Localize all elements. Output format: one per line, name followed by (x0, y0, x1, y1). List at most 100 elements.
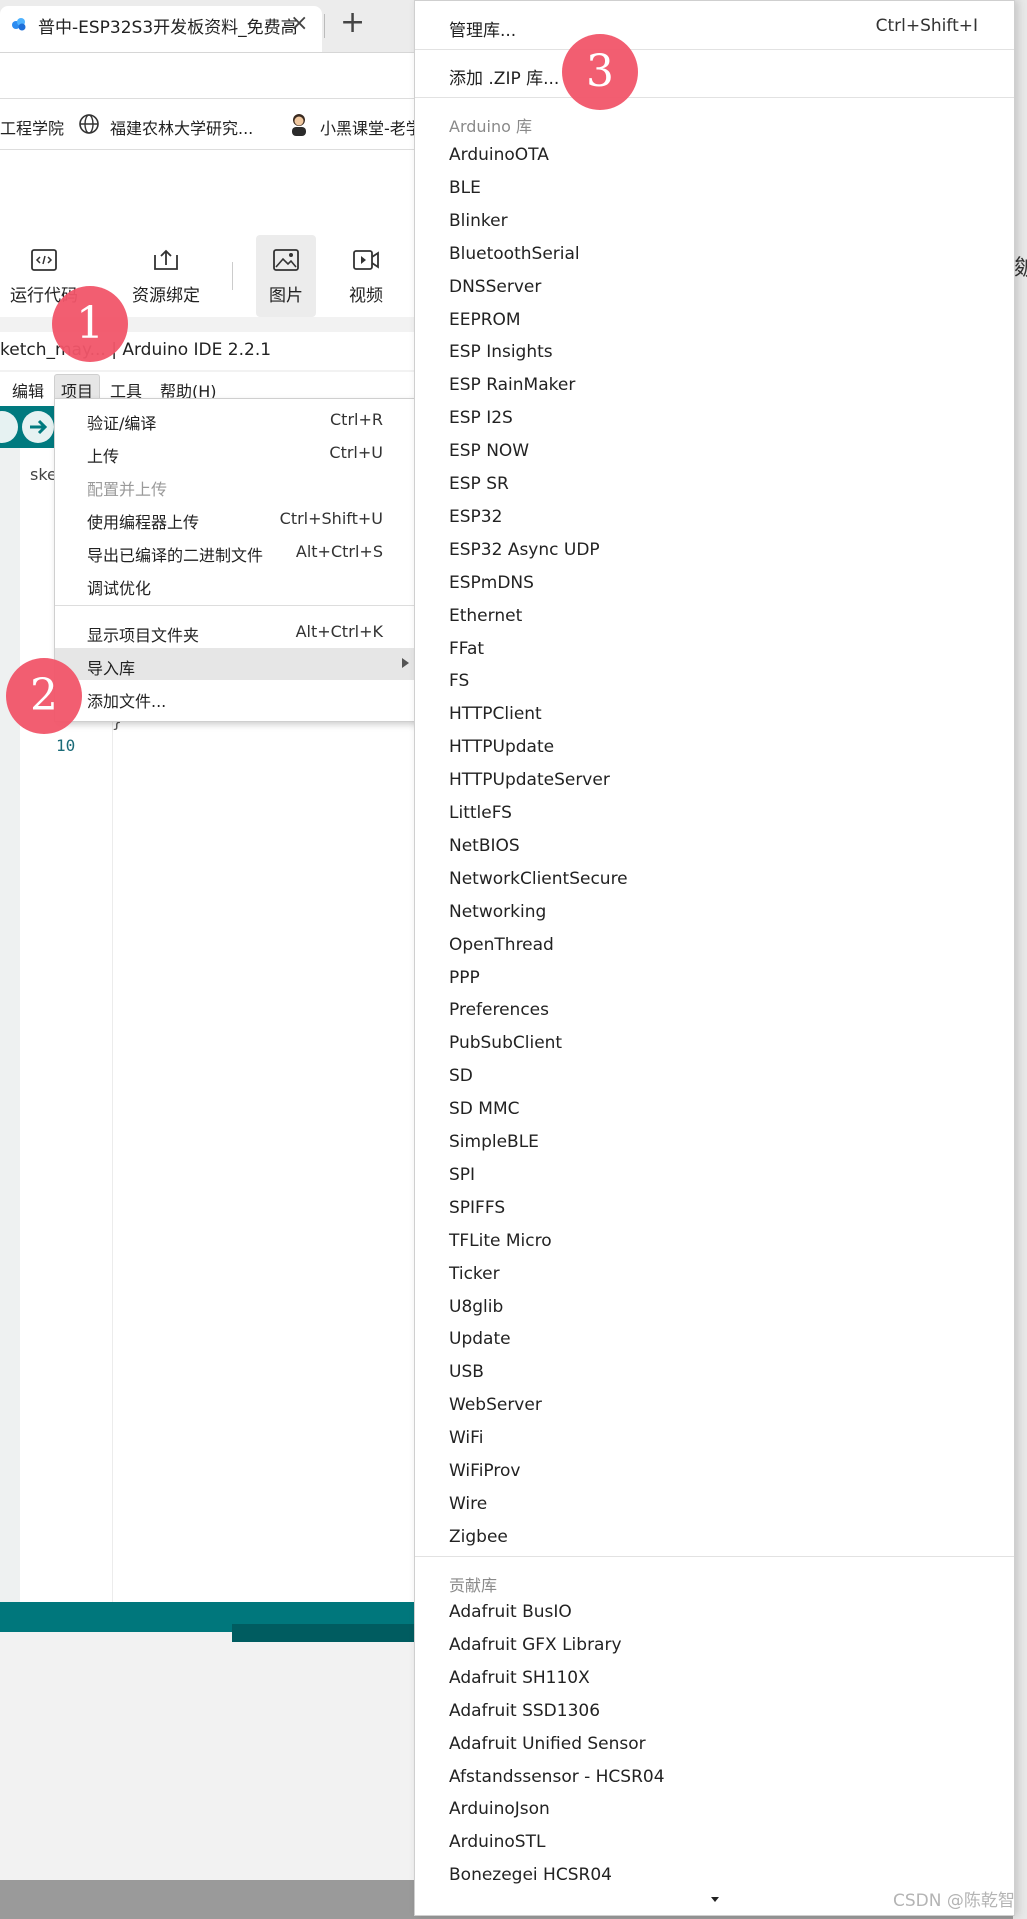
sketch-file-tab[interactable]: ske (30, 465, 57, 484)
upload-icon (154, 249, 178, 270)
library-item[interactable]: TFLite Micro (449, 1231, 552, 1251)
library-item[interactable]: ESP32 Async UDP (449, 540, 600, 560)
library-item[interactable]: BLE (449, 178, 481, 198)
video-button[interactable]: 视频 (336, 235, 396, 317)
menu-item-verify[interactable]: 验证/编译 Ctrl+R (55, 403, 419, 435)
callout-2: 2 (6, 658, 82, 734)
library-item[interactable]: FS (449, 671, 469, 691)
menu-item-label: 验证/编译 (87, 414, 157, 433)
library-item[interactable]: EEPROM (449, 310, 521, 330)
page-edge-label: 皴 (1014, 256, 1027, 281)
library-item[interactable]: ESP32 (449, 507, 502, 527)
library-item[interactable]: USB (449, 1362, 484, 1382)
library-item[interactable]: WebServer (449, 1395, 542, 1415)
library-item[interactable]: ESP NOW (449, 441, 529, 461)
bookmark-1[interactable]: 工程学院 (0, 115, 64, 139)
library-item[interactable]: Ticker (449, 1264, 500, 1284)
menu-divider (55, 605, 419, 606)
bookmark-3[interactable]: 小黑课堂-老学 (320, 115, 422, 139)
library-item[interactable]: Update (449, 1329, 511, 1349)
callout-3: 3 (562, 34, 638, 110)
menu-item-include-library[interactable]: 导入库 (55, 648, 419, 680)
scroll-down-icon[interactable] (711, 1897, 719, 1902)
library-item[interactable]: NetBIOS (449, 836, 520, 856)
library-item[interactable]: Adafruit GFX Library (449, 1635, 622, 1655)
menu-item-debug-optimize[interactable]: 调试优化 (55, 568, 419, 600)
video-label: 视频 (349, 286, 383, 306)
menu-divider (415, 49, 1014, 50)
image-icon (273, 249, 299, 271)
library-item[interactable]: ESP I2S (449, 408, 513, 428)
line-number: 10 (56, 736, 76, 755)
menu-item-label: 导出已编译的二进制文件 (87, 546, 264, 565)
library-item[interactable]: BluetoothSerial (449, 244, 580, 264)
library-item[interactable]: ArduinoOTA (449, 145, 549, 165)
menu-item-add-file[interactable]: 添加文件... (55, 681, 419, 713)
library-item[interactable]: ESP SR (449, 474, 509, 494)
ide-sidebar (0, 448, 20, 1602)
library-item[interactable]: OpenThread (449, 935, 554, 955)
manage-libraries-item[interactable]: 管理库... (449, 16, 516, 41)
library-item[interactable]: Bonezegei HCSR04 (449, 1865, 612, 1885)
library-item[interactable]: NetworkClientSecure (449, 869, 628, 889)
library-item[interactable]: Adafruit BusIO (449, 1602, 572, 1622)
library-item[interactable]: WiFiProv (449, 1461, 520, 1481)
library-item[interactable]: Afstandssensor - HCSR04 (449, 1767, 665, 1787)
library-item[interactable]: SD MMC (449, 1099, 520, 1119)
library-item[interactable]: HTTPUpdate (449, 737, 554, 757)
library-item[interactable]: Preferences (449, 1000, 549, 1020)
library-item[interactable]: ESP RainMaker (449, 375, 575, 395)
resource-bind-button[interactable]: 资源绑定 (116, 235, 216, 317)
library-item[interactable]: DNSServer (449, 277, 541, 297)
library-item[interactable]: Adafruit Unified Sensor (449, 1734, 646, 1754)
library-item[interactable]: PPP (449, 968, 480, 988)
csdn-watermark: CSDN @陈乾智 (893, 1891, 1015, 1911)
library-item[interactable]: U8glib (449, 1297, 503, 1317)
library-item[interactable]: ESP Insights (449, 342, 553, 362)
library-item[interactable]: Ethernet (449, 606, 522, 626)
menu-item-shortcut: Ctrl+R (330, 410, 383, 429)
library-item[interactable]: SPIFFS (449, 1198, 505, 1218)
globe-icon (79, 114, 99, 134)
image-button[interactable]: 图片 (256, 235, 316, 317)
library-item[interactable]: ArduinoSTL (449, 1832, 545, 1852)
library-item[interactable]: FFat (449, 639, 484, 659)
library-item[interactable]: PubSubClient (449, 1033, 562, 1053)
menu-edit[interactable]: 编辑 (12, 378, 44, 402)
library-item[interactable]: Adafruit SH110X (449, 1668, 590, 1688)
library-item[interactable]: Blinker (449, 211, 508, 231)
code-icon (31, 249, 57, 271)
library-item[interactable]: HTTPUpdateServer (449, 770, 610, 790)
menu-item-upload[interactable]: 上传 Ctrl+U (55, 436, 419, 468)
callout-1: 1 (52, 286, 128, 362)
library-item[interactable]: Wire (449, 1494, 487, 1514)
menu-item-label: 配置并上传 (87, 480, 168, 499)
menu-item-show-folder[interactable]: 显示项目文件夹 Alt+Ctrl+K (55, 615, 419, 647)
library-item[interactable]: SimpleBLE (449, 1132, 539, 1152)
add-zip-library-item[interactable]: 添加 .ZIP 库... (449, 64, 559, 89)
bookmark-2[interactable]: 福建农林大学研究... (110, 115, 253, 139)
library-item[interactable]: WiFi (449, 1428, 483, 1448)
library-item[interactable]: SPI (449, 1165, 475, 1185)
library-item[interactable]: HTTPClient (449, 704, 542, 724)
library-item[interactable]: Networking (449, 902, 546, 922)
include-library-submenu: 管理库... Ctrl+Shift+I 添加 .ZIP 库... Arduino… (414, 0, 1015, 1916)
library-item[interactable]: ESPmDNS (449, 573, 534, 593)
library-item[interactable]: Adafruit SSD1306 (449, 1701, 600, 1721)
library-item[interactable]: SD (449, 1066, 473, 1086)
menu-item-export-binary[interactable]: 导出已编译的二进制文件 Alt+Ctrl+S (55, 535, 419, 567)
upload-button[interactable] (22, 411, 54, 443)
library-item[interactable]: Zigbee (449, 1527, 508, 1547)
library-item[interactable]: LittleFS (449, 803, 512, 823)
menu-item-upload-programmer[interactable]: 使用编程器上传 Ctrl+Shift+U (55, 502, 419, 534)
browser-tab-title: 普中-ESP32S3开发板资料_免费高 (38, 18, 298, 38)
new-tab-icon[interactable]: + (340, 8, 365, 38)
menu-item-shortcut: Ctrl+U (329, 443, 383, 462)
tab-separator (324, 14, 325, 38)
library-item[interactable]: ArduinoJson (449, 1799, 550, 1819)
menu-divider (415, 1556, 1014, 1557)
manage-libraries-shortcut: Ctrl+Shift+I (875, 16, 978, 36)
menu-divider (415, 97, 1014, 98)
close-tab-icon[interactable]: × (290, 11, 308, 36)
resource-bind-label: 资源绑定 (132, 286, 200, 306)
